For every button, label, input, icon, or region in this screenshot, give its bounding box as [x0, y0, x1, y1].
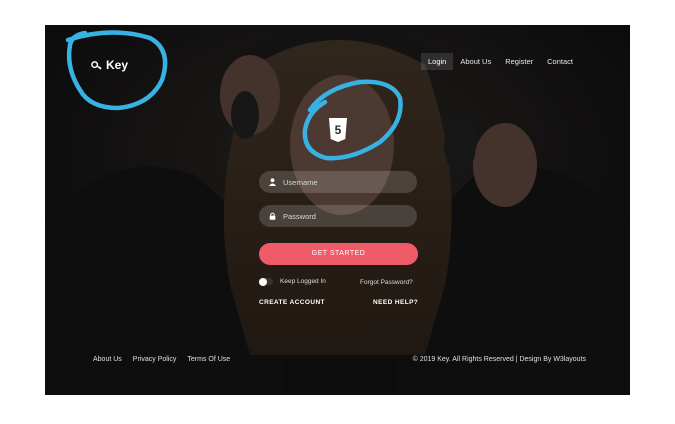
footer-privacy-policy[interactable]: Privacy Policy [133, 356, 177, 363]
password-field [259, 205, 417, 227]
keep-logged-in-toggle[interactable]: Keep Logged In [259, 277, 326, 286]
footer-links: About Us Privacy Policy Terms Of Use [93, 356, 230, 363]
footer-terms-of-use[interactable]: Terms Of Use [187, 356, 230, 363]
brand-name: Key [106, 58, 129, 72]
get-started-button[interactable]: GET STARTED [259, 243, 418, 265]
html5-glyph: 5 [335, 123, 342, 137]
username-input[interactable] [283, 177, 393, 187]
need-help-link[interactable]: NEED HELP? [373, 299, 418, 306]
login-page: Key Login About Us Register Contact 5 GE… [45, 25, 630, 395]
key-icon [91, 60, 102, 70]
html5-icon: 5 [329, 118, 347, 142]
nav-contact[interactable]: Contact [540, 53, 580, 70]
footer-about-us[interactable]: About Us [93, 356, 122, 363]
user-icon [269, 178, 276, 186]
toggle-switch[interactable] [259, 277, 273, 286]
password-input[interactable] [283, 211, 393, 221]
nav-about-us[interactable]: About Us [453, 53, 498, 70]
top-nav: Login About Us Register Contact [420, 53, 580, 70]
forgot-password-link[interactable]: Forgot Password? [360, 279, 413, 286]
copyright-text: © 2019 Key. All Rights Reserved | Design… [412, 356, 586, 363]
keep-logged-in-label: Keep Logged In [280, 278, 326, 285]
nav-register[interactable]: Register [498, 53, 540, 70]
nav-login[interactable]: Login [420, 53, 454, 70]
lock-icon [269, 212, 276, 220]
username-field [259, 171, 417, 193]
brand-logo[interactable]: Key [91, 58, 128, 72]
create-account-link[interactable]: CREATE ACCOUNT [259, 299, 325, 306]
